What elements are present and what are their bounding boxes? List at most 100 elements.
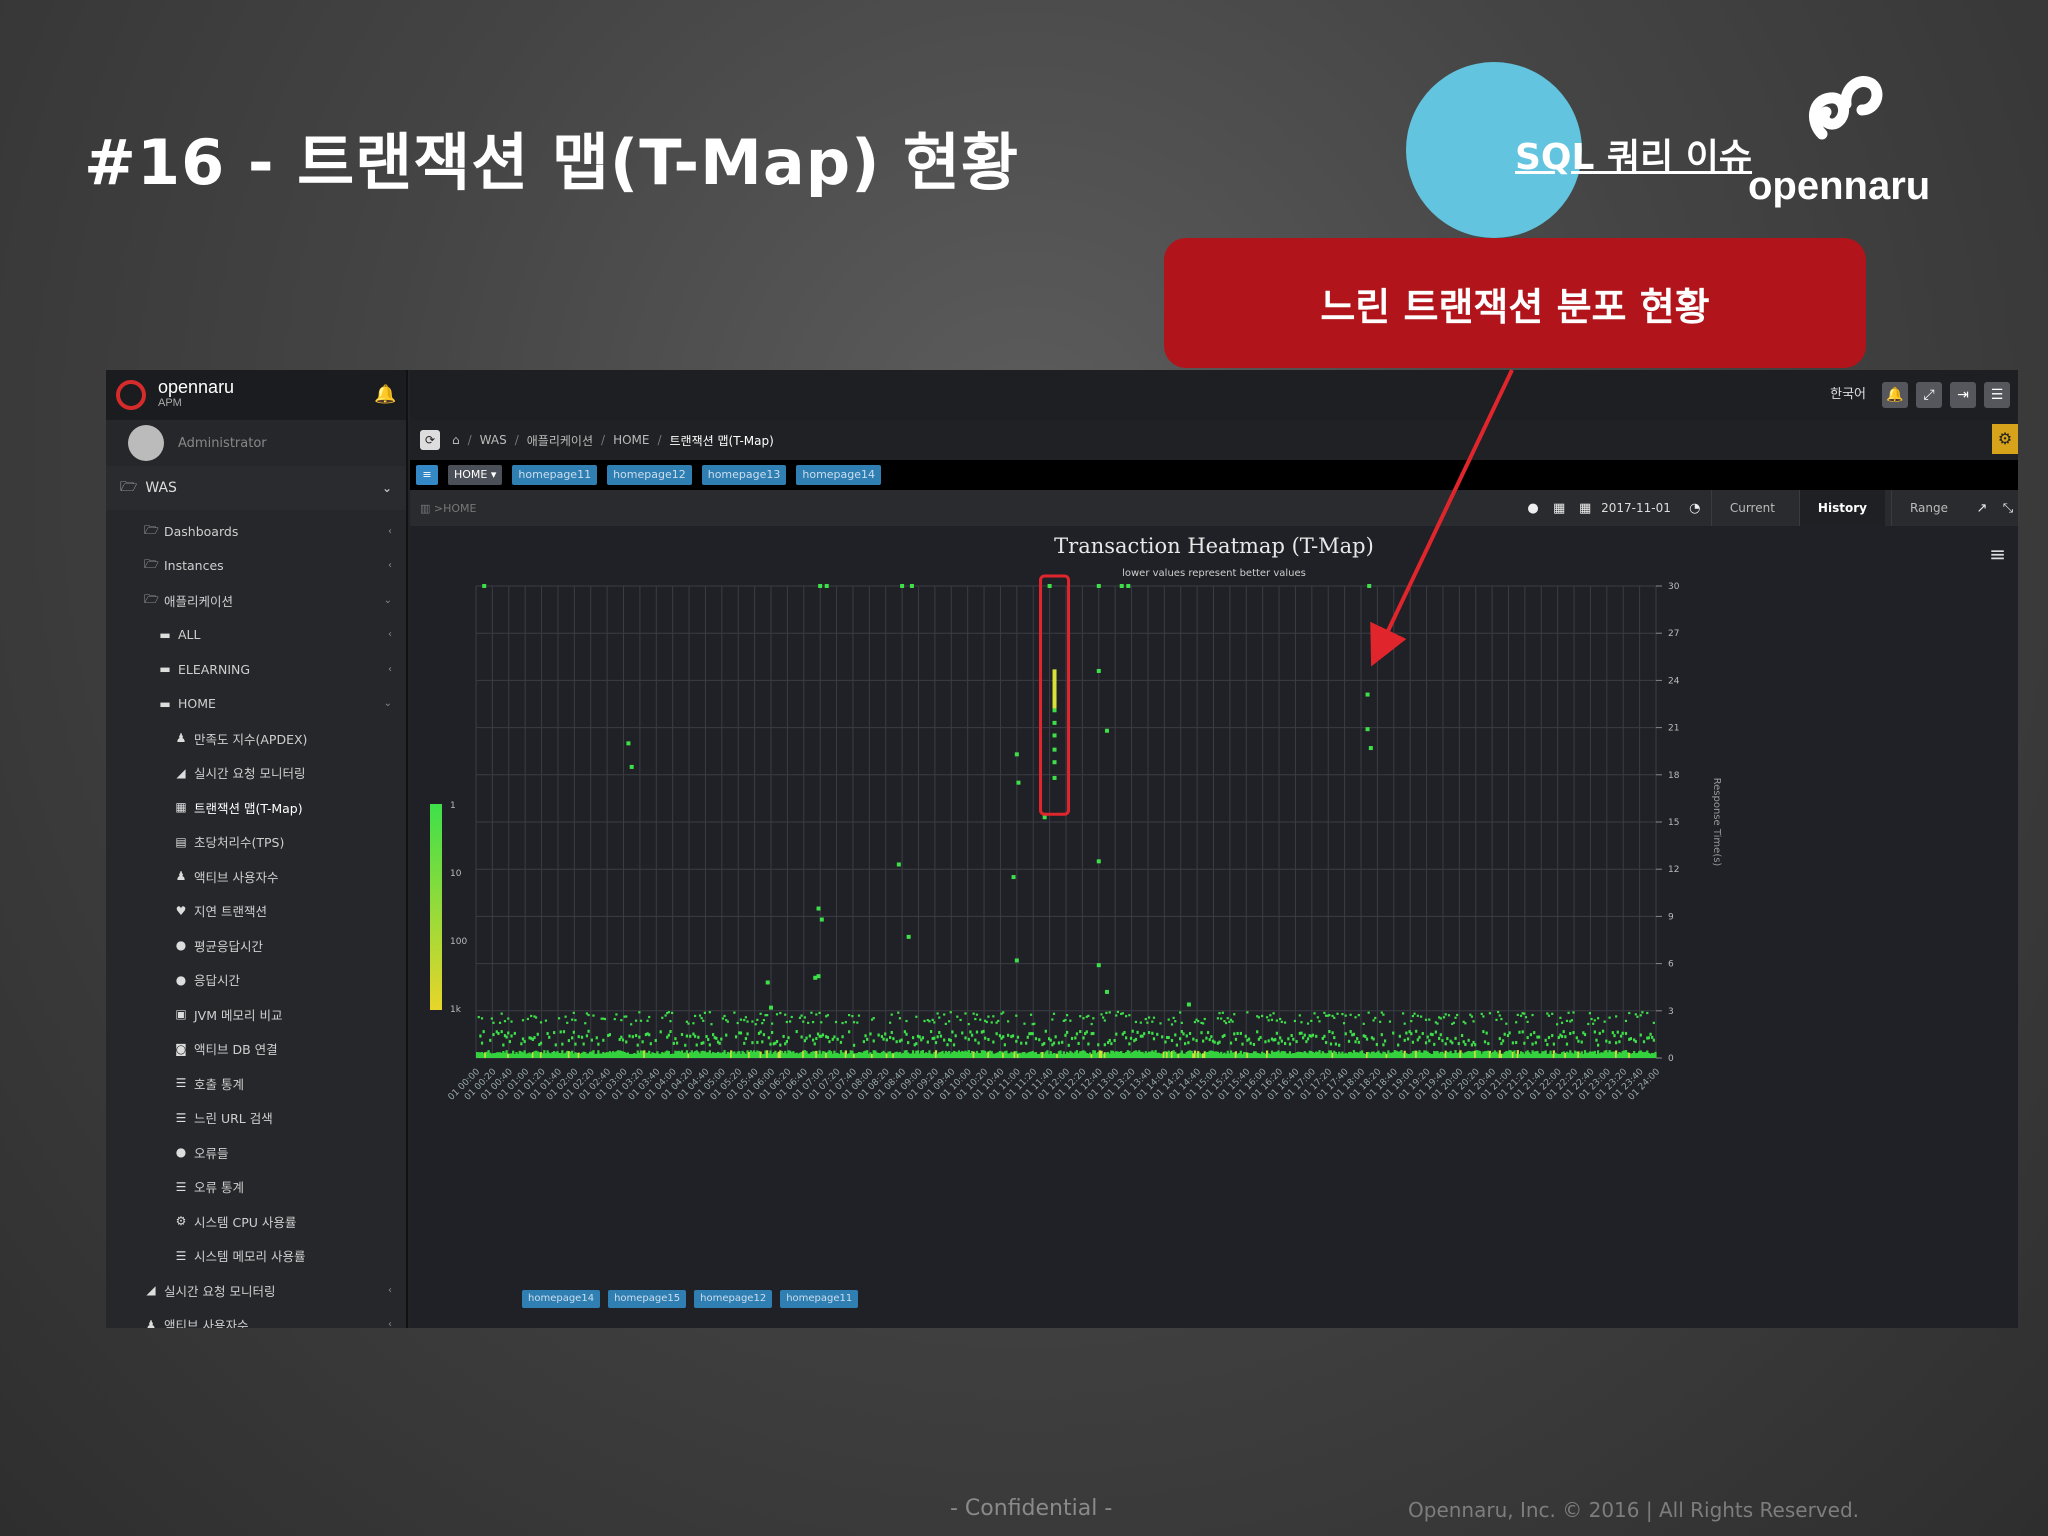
heat-cell xyxy=(857,1014,861,1017)
y-tick-label: 12 xyxy=(1668,865,1679,875)
sidebar-item[interactable]: ♟ 액티브 사용자수 xyxy=(106,859,406,894)
logout-icon[interactable]: ⇥ xyxy=(1950,382,1976,408)
sidebar-item[interactable]: ☰ 오류 통계 xyxy=(106,1170,406,1205)
heat-cell xyxy=(987,1037,990,1041)
chart-icon: ◢ xyxy=(146,1283,156,1298)
heat-cell xyxy=(1567,1011,1570,1014)
calendar-icon[interactable]: ▦ xyxy=(1575,501,1595,516)
sidebar-item[interactable]: 🗁 Instances ‹ xyxy=(106,549,406,584)
heat-cell xyxy=(1474,1043,1477,1047)
instance-tag[interactable]: homepage15 xyxy=(608,1290,687,1308)
heat-cell xyxy=(1544,1038,1547,1042)
calendar-icon[interactable]: ▦ xyxy=(1549,501,1569,516)
heat-cell xyxy=(1151,1020,1154,1023)
breadcrumb-item[interactable]: HOME xyxy=(613,433,649,447)
outlier-point xyxy=(1365,692,1370,697)
heat-cell xyxy=(1170,1023,1174,1026)
expand-icon[interactable]: ⤡ xyxy=(1998,501,2018,516)
user-profile[interactable]: Administrator xyxy=(106,420,406,466)
sidebar-item[interactable]: ☰ 느린 URL 검색 xyxy=(106,1101,406,1136)
sidebar-item[interactable]: ● 응답시간 xyxy=(106,963,406,998)
sidebar-item[interactable]: ♟ 만족도 지수(APDEX) xyxy=(106,721,406,756)
outlier-point xyxy=(819,917,824,922)
list-icon[interactable]: ≡ xyxy=(416,465,438,485)
sidebar-item[interactable]: 🗁 Dashboards ‹ xyxy=(106,514,406,549)
sidebar-item[interactable]: ▬ HOME ⌄ xyxy=(106,687,406,722)
heat-cell xyxy=(625,1015,628,1018)
tmap-heatmap-chart[interactable]: 01 00:0001 00:2001 00:4001 01:0001 01:20… xyxy=(410,526,2018,1328)
language-select[interactable]: 한국어 xyxy=(1830,382,1866,408)
sidebar-item[interactable]: ☰ 시스템 메모리 사용률 xyxy=(106,1239,406,1274)
sidebar-item[interactable]: ⚙ 시스템 CPU 사용률 xyxy=(106,1204,406,1239)
mode-history-button[interactable]: History xyxy=(1798,490,1885,526)
heat-cell xyxy=(1329,1042,1333,1046)
fullscreen-icon[interactable]: ⤢ xyxy=(1916,382,1942,408)
app-logo[interactable]: opennaru APM xyxy=(106,370,406,420)
outlier-point xyxy=(482,584,487,588)
sidebar-item[interactable]: 🗁 애플리케이션 ⌄ xyxy=(106,583,406,618)
sidebar-item[interactable]: ◢ 실시간 요청 모니터링 xyxy=(106,756,406,791)
tag-home-dropdown[interactable]: HOME ▾ xyxy=(448,465,503,485)
heat-cell xyxy=(712,1033,715,1037)
bell-icon[interactable]: 🔔 xyxy=(374,384,396,405)
sidebar-item[interactable]: ▣ JVM 메모리 비교 xyxy=(106,997,406,1032)
instance-tag[interactable]: homepage11 xyxy=(512,465,598,485)
sidebar-item[interactable]: ● 평균응답시간 xyxy=(106,928,406,963)
instance-tag[interactable]: homepage11 xyxy=(780,1290,859,1308)
y-tick-label: 6 xyxy=(1668,960,1674,970)
heat-cell xyxy=(1252,1042,1256,1046)
sidebar-item[interactable]: ◙ 액티브 DB 연결 xyxy=(106,1032,406,1067)
breadcrumb-item[interactable]: WAS xyxy=(480,433,507,447)
heat-cell xyxy=(1161,1035,1164,1039)
sidebar-item[interactable]: ☰ 호출 통계 xyxy=(106,1066,406,1101)
heat-cell xyxy=(561,1042,564,1046)
outlier-point xyxy=(1186,1002,1191,1007)
chart-icon: ◢ xyxy=(176,765,186,780)
chart-menu-icon[interactable]: ≡ xyxy=(1989,542,2006,566)
mode-range-button[interactable]: Range xyxy=(1890,490,1966,526)
heat-cell xyxy=(1559,1016,1562,1019)
sql-issue-link[interactable]: SQL 쿼리 이슈 xyxy=(1515,128,1752,180)
instance-tag[interactable]: homepage12 xyxy=(607,465,692,485)
sidebar-item[interactable]: ▦ 트랜잭션 맵(T-Map) xyxy=(106,790,406,825)
instance-tag[interactable]: homepage13 xyxy=(701,465,787,485)
sidebar-item[interactable]: ♥ 지연 트랜잭션 xyxy=(106,894,406,929)
breadcrumb-item[interactable]: 애플리케이션 xyxy=(527,432,593,449)
sidebar-item[interactable]: ▬ ELEARNING ‹ xyxy=(106,652,406,687)
heat-cell xyxy=(970,1033,974,1037)
sidebar-item[interactable]: ◢ 실시간 요청 모니터링 ‹ xyxy=(106,1273,406,1308)
home-icon[interactable]: ⌂ xyxy=(452,433,460,447)
heat-cell xyxy=(1283,1021,1287,1024)
menu-icon[interactable]: ☰ xyxy=(1984,382,2010,408)
heat-cell xyxy=(695,1043,698,1047)
info-icon[interactable]: ● xyxy=(1523,501,1543,516)
heat-cell xyxy=(1634,1040,1637,1044)
heat-cell xyxy=(1515,1021,1518,1024)
heat-cell xyxy=(1300,1031,1303,1035)
instance-tag[interactable]: homepage14 xyxy=(796,465,882,485)
heat-cell xyxy=(1634,1013,1637,1016)
settings-gear-icon[interactable]: ⚙ xyxy=(1992,424,2018,454)
heat-cell xyxy=(1174,1020,1177,1023)
heat-cell xyxy=(1642,1040,1646,1044)
sidebar-item[interactable]: ♟ 액티브 사용자수 ‹ xyxy=(106,1308,406,1328)
heat-cell xyxy=(1300,1021,1303,1024)
sidebar-group-was[interactable]: 🗁 WAS ⌄ xyxy=(106,466,406,510)
heat-cell xyxy=(1420,1015,1423,1018)
sidebar-item[interactable]: ● 오류들 xyxy=(106,1135,406,1170)
refresh-icon[interactable]: ⟳ xyxy=(420,430,440,450)
sidebar-item[interactable]: ▬ ALL ‹ xyxy=(106,618,406,653)
date-field[interactable]: 2017-11-01 xyxy=(1601,501,1671,515)
heat-cell xyxy=(1621,1031,1624,1035)
heat-cell xyxy=(1295,1040,1298,1044)
heat-cell xyxy=(585,1034,589,1038)
instance-tag[interactable]: homepage14 xyxy=(522,1290,601,1308)
instance-tag[interactable]: homepage12 xyxy=(694,1290,773,1308)
sidebar-item[interactable]: ▤ 초당처리수(TPS) xyxy=(106,825,406,860)
clock-icon[interactable]: ◔ xyxy=(1685,501,1705,516)
external-link-icon[interactable]: ↗ xyxy=(1972,501,1992,516)
heat-cell xyxy=(1023,1022,1026,1025)
mode-current-button[interactable]: Current xyxy=(1710,490,1793,526)
notification-icon[interactable]: 🔔 xyxy=(1882,382,1908,408)
clock-icon: ● xyxy=(175,938,187,953)
